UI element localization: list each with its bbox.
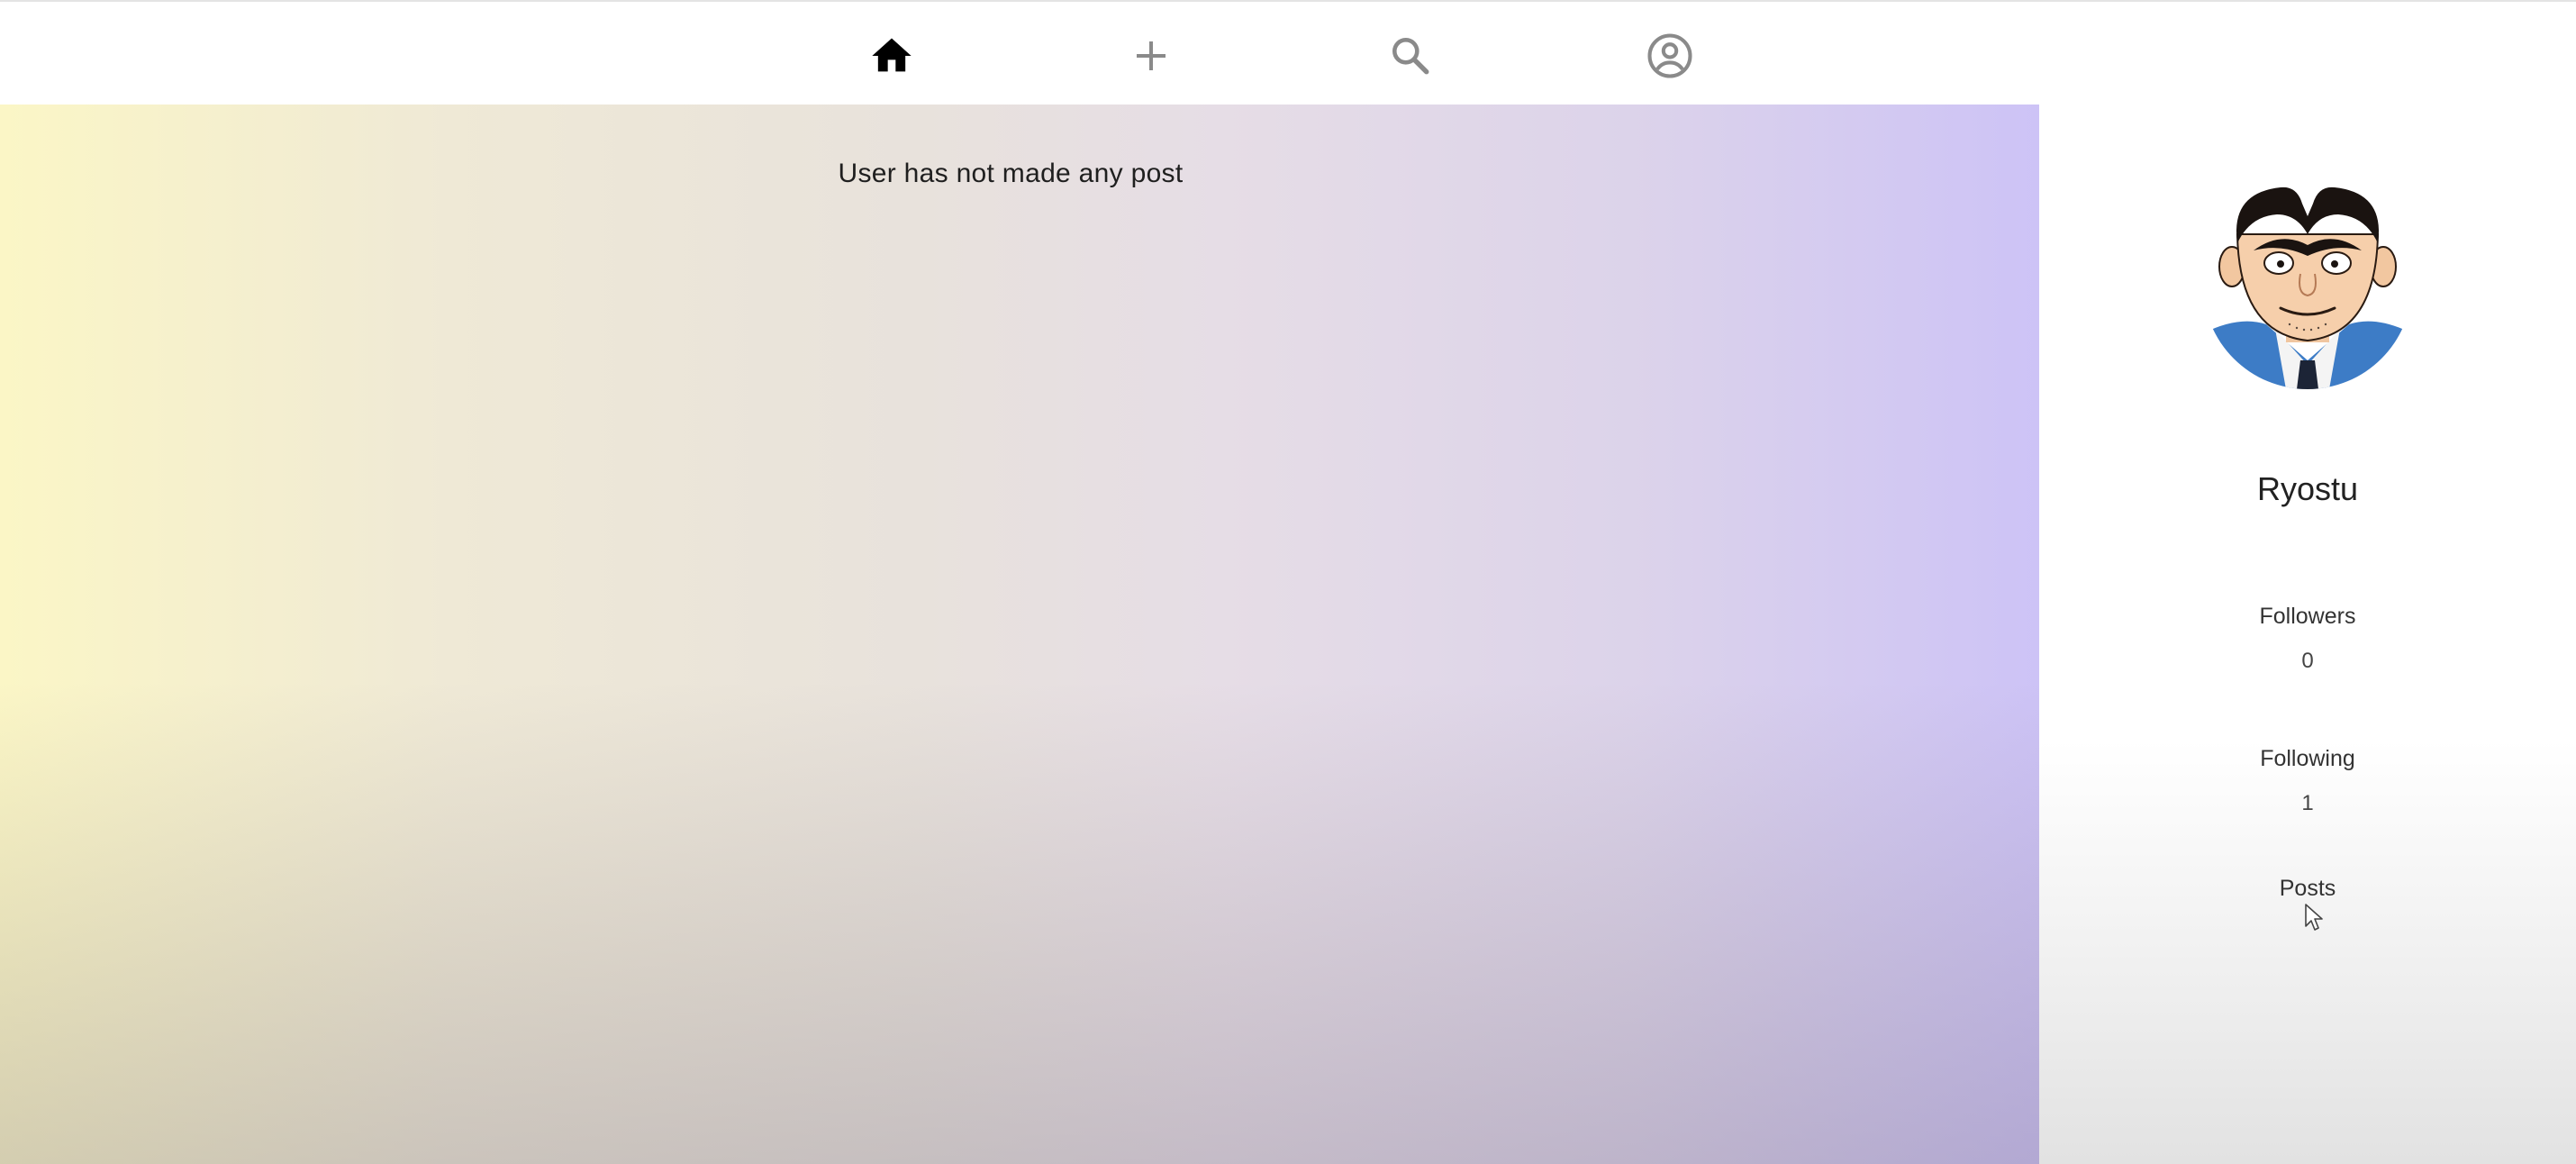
followers-label[interactable]: Followers [2039, 604, 2576, 630]
following-count: 1 [2301, 791, 2314, 815]
nav-home-button[interactable] [859, 23, 924, 88]
avatar-image [2203, 186, 2412, 389]
plus-icon [1137, 41, 1166, 70]
posts-feed: User has not made any post [0, 105, 2039, 1164]
avatar[interactable] [2203, 180, 2412, 389]
top-navigation-bar [0, 0, 2576, 105]
following-label[interactable]: Following [2039, 746, 2576, 772]
home-icon [872, 38, 912, 72]
mouse-cursor-icon [2305, 904, 2323, 931]
followers-count: 0 [2301, 649, 2314, 673]
empty-posts-message: User has not made any post [838, 159, 1184, 188]
nav-add-post-button[interactable] [1119, 23, 1184, 88]
profile-username: Ryostu [2256, 470, 2359, 507]
profile-panel: Ryostu Followers 0 Following 1 Posts [2039, 105, 2576, 1164]
nav-profile-button[interactable] [1637, 23, 1702, 88]
search-icon [1392, 38, 1429, 75]
posts-label[interactable]: Posts [2039, 876, 2576, 902]
nav-search-button[interactable] [1378, 23, 1443, 88]
account-circle-icon [1647, 33, 1692, 78]
